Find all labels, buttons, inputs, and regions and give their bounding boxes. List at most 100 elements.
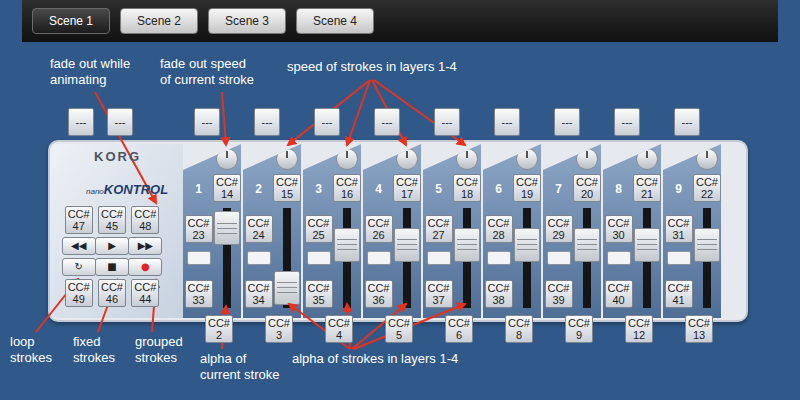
channel-button[interactable] — [367, 251, 391, 265]
button-cc-box[interactable]: CC#25 — [305, 215, 333, 243]
button-cc-box[interactable]: CC#41 — [665, 280, 693, 308]
transport-button[interactable]: ▶ — [95, 237, 129, 255]
fader-cc-box[interactable]: CC#2 — [205, 315, 233, 343]
fader-handle[interactable] — [574, 228, 600, 262]
transport-cc-box[interactable]: CC#45 — [98, 206, 126, 234]
transport-cc-box[interactable]: CC#47 — [65, 206, 93, 234]
transport-cc-box[interactable]: CC#44 — [131, 279, 159, 307]
button-cc-box[interactable]: CC#38 — [485, 280, 513, 308]
channel-button[interactable] — [667, 251, 691, 265]
fader-handle[interactable] — [634, 228, 660, 262]
fader-handle[interactable] — [214, 211, 240, 245]
assign-box[interactable]: --- — [554, 108, 580, 136]
knob[interactable] — [336, 148, 358, 170]
fader[interactable] — [333, 208, 361, 308]
knob-cc-box[interactable]: CC#19 — [513, 174, 541, 202]
button-cc-box[interactable]: CC#36 — [365, 280, 393, 308]
assign-box[interactable]: --- — [194, 108, 220, 136]
button-cc-box[interactable]: CC#29 — [545, 215, 573, 243]
transport-button[interactable]: ↻ — [62, 258, 96, 276]
fader-cc-box[interactable]: CC#13 — [685, 315, 713, 343]
assign-box[interactable]: --- — [374, 108, 400, 136]
fader-cc-box[interactable]: CC#8 — [505, 315, 533, 343]
knob-cc-box[interactable]: CC#18 — [453, 174, 481, 202]
button-cc-box[interactable]: CC#31 — [665, 215, 693, 243]
knob-cc-box[interactable]: CC#15 — [273, 174, 301, 202]
fader[interactable] — [273, 208, 301, 308]
transport-button[interactable]: ■ — [95, 258, 129, 276]
assign-box[interactable]: --- — [614, 108, 640, 136]
button-cc-box[interactable]: CC#37 — [425, 280, 453, 308]
channel-button[interactable] — [547, 251, 571, 265]
transport-button[interactable]: ◀◀ — [62, 237, 96, 255]
knob-cc-box[interactable]: CC#16 — [333, 174, 361, 202]
button-cc-box[interactable]: CC#30 — [605, 215, 633, 243]
fader-cc-box[interactable]: CC#3 — [265, 315, 293, 343]
fader[interactable] — [573, 208, 601, 308]
assign-box[interactable]: --- — [494, 108, 520, 136]
fader-cc-box[interactable]: CC#6 — [445, 315, 473, 343]
button-cc-box[interactable]: CC#33 — [185, 280, 213, 308]
fader-handle[interactable] — [514, 228, 540, 262]
fader-cc-box[interactable]: CC#5 — [385, 315, 413, 343]
assign-box[interactable]: --- — [674, 108, 700, 136]
knob-cc-box[interactable]: CC#22 — [693, 174, 721, 202]
fader[interactable] — [633, 208, 661, 308]
knob[interactable] — [696, 148, 718, 170]
channel-button[interactable] — [427, 251, 451, 265]
channel-button[interactable] — [307, 251, 331, 265]
channel-button[interactable] — [487, 251, 511, 265]
transport-cc-box[interactable]: CC#49 — [65, 279, 93, 307]
scene-tab[interactable]: Scene 2 — [120, 8, 198, 34]
knob[interactable] — [636, 148, 658, 170]
channel-button[interactable] — [607, 251, 631, 265]
transport-cc-box[interactable]: CC#48 — [131, 206, 159, 234]
cc-number: 46 — [106, 293, 118, 305]
fader-handle[interactable] — [274, 271, 300, 305]
channel-button[interactable] — [187, 251, 211, 265]
scene-tab[interactable]: Scene 1 — [32, 8, 110, 34]
assign-box[interactable]: --- — [254, 108, 280, 136]
knob[interactable] — [516, 148, 538, 170]
scene-tab[interactable]: Scene 3 — [208, 8, 286, 34]
button-cc-box[interactable]: CC#39 — [545, 280, 573, 308]
transport-button[interactable]: ▶▶ — [128, 237, 162, 255]
fader-cc-box[interactable]: CC#9 — [565, 315, 593, 343]
scene-tab[interactable]: Scene 4 — [296, 8, 374, 34]
knob[interactable] — [576, 148, 598, 170]
knob[interactable] — [216, 148, 238, 170]
button-cc-box[interactable]: CC#24 — [245, 215, 273, 243]
fader-cc-box[interactable]: CC#4 — [325, 315, 353, 343]
channel-button[interactable] — [247, 251, 271, 265]
knob-cc-box[interactable]: CC#14 — [213, 174, 241, 202]
fader[interactable] — [393, 208, 421, 308]
knob-cc-box[interactable]: CC#17 — [393, 174, 421, 202]
knob[interactable] — [396, 148, 418, 170]
button-cc-box[interactable]: CC#23 — [185, 215, 213, 243]
knob[interactable] — [456, 148, 478, 170]
button-cc-box[interactable]: CC#28 — [485, 215, 513, 243]
fader[interactable] — [693, 208, 721, 308]
knob-cc-box[interactable]: CC#20 — [573, 174, 601, 202]
button-cc-box[interactable]: CC#35 — [305, 280, 333, 308]
button-cc-box[interactable]: CC#27 — [425, 215, 453, 243]
assign-box[interactable]: --- — [68, 108, 94, 136]
button-cc-box[interactable]: CC#26 — [365, 215, 393, 243]
assign-box[interactable]: --- — [107, 108, 133, 136]
button-cc-box[interactable]: CC#40 — [605, 280, 633, 308]
fader-handle[interactable] — [454, 228, 480, 262]
knob[interactable] — [276, 148, 298, 170]
fader-handle[interactable] — [394, 228, 420, 262]
fader-cc-box[interactable]: CC#12 — [625, 315, 653, 343]
transport-button[interactable]: ● — [128, 258, 162, 276]
button-cc-box[interactable]: CC#34 — [245, 280, 273, 308]
fader-handle[interactable] — [334, 228, 360, 262]
fader-handle[interactable] — [694, 228, 720, 262]
fader[interactable] — [213, 208, 241, 308]
assign-box[interactable]: --- — [314, 108, 340, 136]
transport-cc-box[interactable]: CC#46 — [98, 279, 126, 307]
fader[interactable] — [513, 208, 541, 308]
fader[interactable] — [453, 208, 481, 308]
assign-box[interactable]: --- — [434, 108, 460, 136]
knob-cc-box[interactable]: CC#21 — [633, 174, 661, 202]
